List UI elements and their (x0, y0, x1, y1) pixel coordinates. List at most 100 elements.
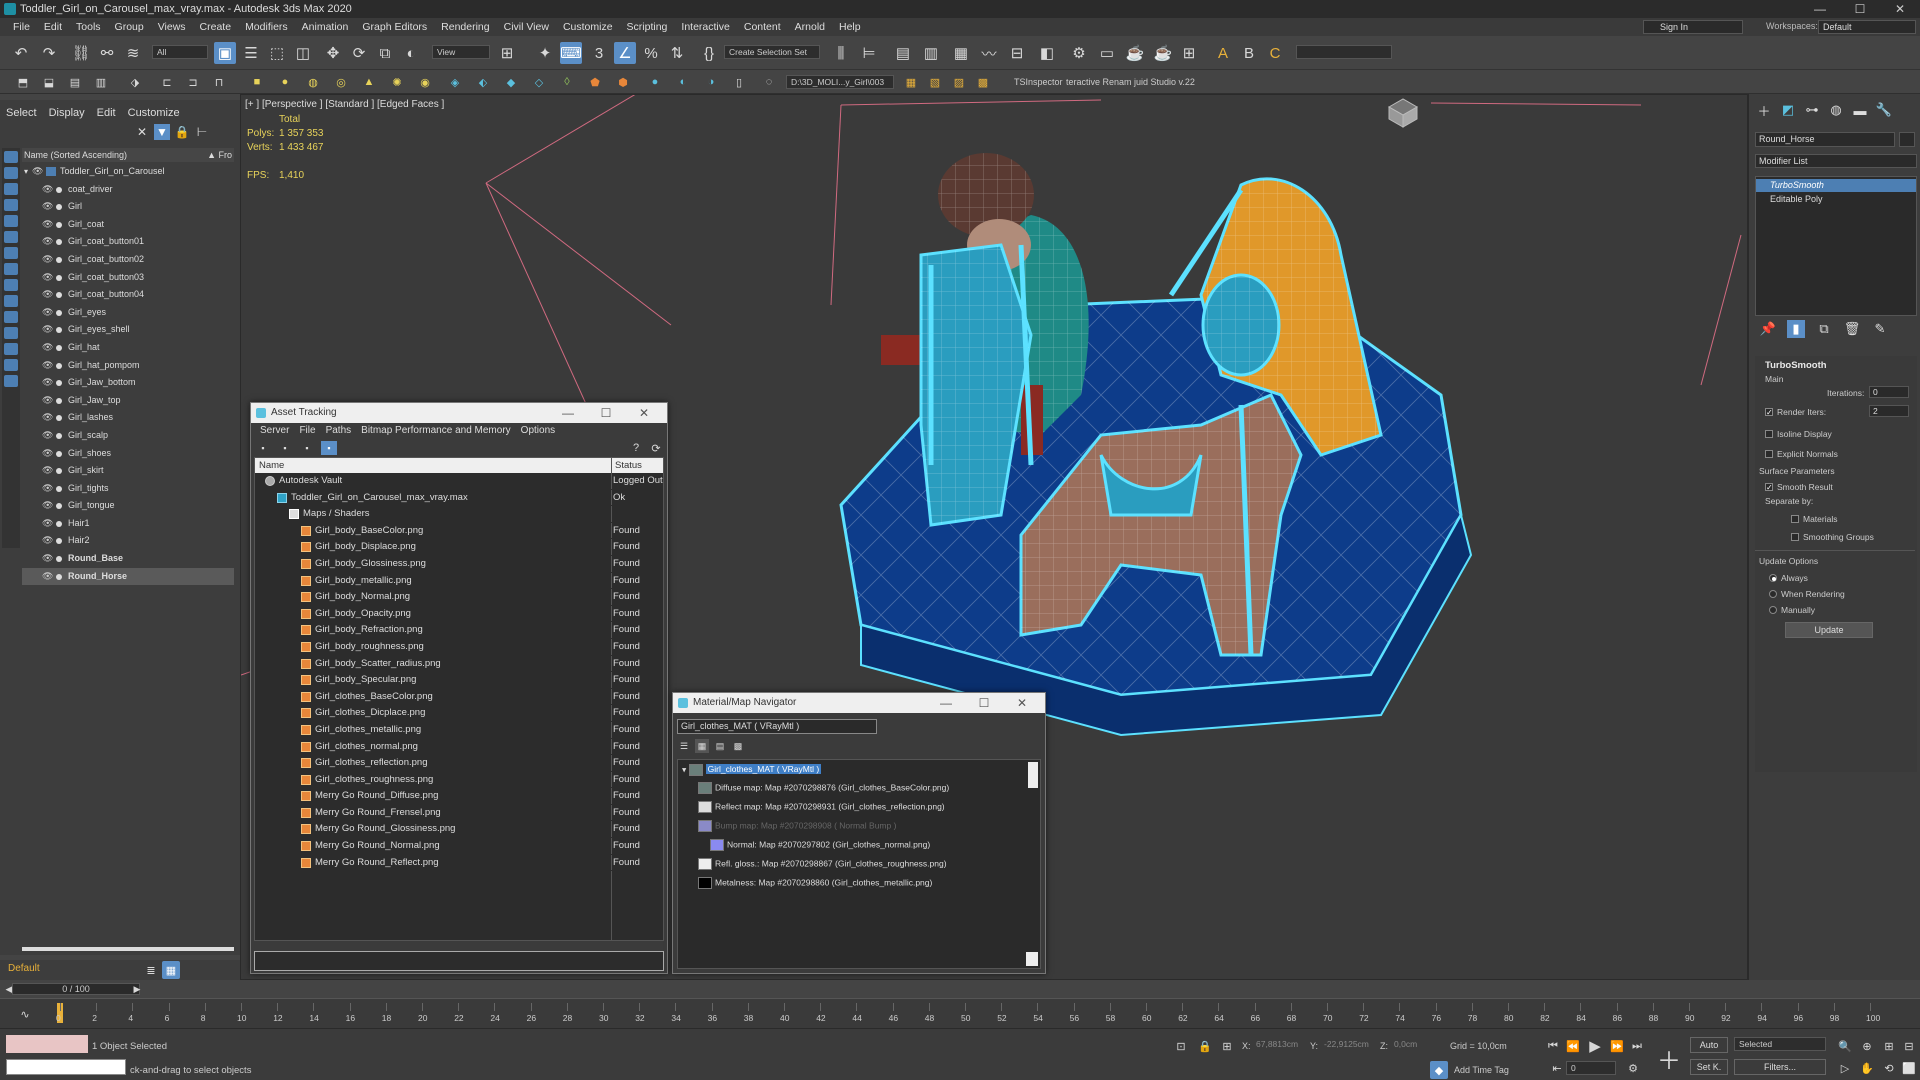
render-iterative-icon[interactable]: ☕ (1152, 42, 1174, 64)
asset-row[interactable]: Girl_clothes_Dicplace.png Found (255, 705, 663, 722)
undo-icon[interactable]: ↶ (10, 42, 32, 64)
render-iters-spinner[interactable]: 2 (1869, 405, 1909, 417)
asset-row[interactable]: Girl_body_Refraction.png Found (255, 622, 663, 639)
minimize-button[interactable]: — (549, 403, 587, 423)
rectangle-selection-icon[interactable]: ⬚ (266, 42, 288, 64)
asset-row[interactable]: Merry Go Round_Reflect.png Found (255, 855, 663, 872)
edit-named-selection-icon[interactable]: {} (698, 42, 720, 64)
helper-icon[interactable]: ◈ (446, 73, 464, 91)
isolate-selection-icon[interactable]: ⊡ (1172, 1037, 1190, 1055)
smooth-result-checkbox[interactable]: ✓ (1765, 483, 1773, 492)
track-bar[interactable]: ∿ 0 2 4 6 8 10 12 14 16 18 20 22 24 26 28 30 32 34 36 38 40 4… (0, 998, 1920, 1028)
map-row[interactable]: Normal: Map #2070297802 (Girl_clothes_no… (710, 839, 930, 851)
geosphere-icon[interactable]: ◉ (416, 73, 434, 91)
project-folder-icon[interactable]: ▨ (950, 73, 968, 91)
tab-edit[interactable]: Edit (91, 104, 122, 122)
selection-lock-icon[interactable]: 🔒 (1196, 1037, 1214, 1055)
key-mode-icon[interactable]: ⇤ (1548, 1059, 1566, 1077)
helper-icon[interactable]: ⬖ (474, 73, 492, 91)
menu-scripting[interactable]: Scripting (620, 21, 675, 33)
sphere-icon[interactable]: ● (276, 73, 294, 91)
asset-row[interactable]: Toddler_Girl_on_Carousel_max_vray.max Ok (255, 490, 663, 507)
filter-none-icon[interactable] (4, 359, 18, 371)
torus-icon[interactable]: ◎ (332, 73, 350, 91)
hierarchy-icon[interactable]: ⊢ (194, 124, 210, 140)
menu-server[interactable]: Server (255, 423, 294, 439)
rollout-title[interactable]: TurboSmooth (1765, 360, 1827, 371)
visibility-icon[interactable]: 👁 (42, 254, 53, 264)
stack-item-editable-poly[interactable]: Editable Poly (1756, 193, 1916, 206)
visibility-icon[interactable]: 👁 (42, 307, 53, 317)
remove-modifier-icon[interactable]: 🗑 (1843, 320, 1861, 338)
project-folder-icon[interactable]: ▦ (902, 73, 920, 91)
menu-create[interactable]: Create (193, 21, 239, 33)
scene-item[interactable]: 👁 Girl_coat_button01 (22, 233, 234, 251)
move-icon[interactable]: ✥ (322, 42, 344, 64)
previous-key-icon[interactable]: ⏪ (1564, 1037, 1582, 1055)
visibility-icon[interactable]: 👁 (42, 360, 53, 370)
menu-interactive[interactable]: Interactive (674, 21, 736, 33)
orbit-icon[interactable]: ⟲ (1880, 1059, 1898, 1077)
asset-row[interactable]: Girl_body_metallic.png Found (255, 573, 663, 590)
scene-item[interactable]: 👁 Girl_coat (22, 216, 234, 234)
place-icon[interactable]: ◐ (400, 42, 422, 64)
smoothing-groups-checkbox[interactable] (1791, 533, 1799, 541)
filter-helpers-icon[interactable] (4, 215, 18, 227)
material-root[interactable]: ▾ Girl_clothes_MAT ( VRayMtl ) (682, 764, 822, 776)
curve-editor-mini-icon[interactable]: ∿ (16, 1005, 34, 1023)
select-manipulate-icon[interactable]: ✦ (534, 42, 556, 64)
light-icon[interactable]: ✺ (388, 73, 406, 91)
scene-item[interactable]: 👁 Girl_hat_pompom (22, 357, 234, 375)
visibility-icon[interactable]: 👁 (42, 184, 53, 194)
filter-bones-icon[interactable] (4, 279, 18, 291)
update-button[interactable]: Update (1785, 622, 1873, 638)
absolute-mode-icon[interactable]: ⊞ (1218, 1037, 1236, 1055)
map-row[interactable]: Diffuse map: Map #2070298876 (Girl_cloth… (698, 782, 949, 794)
show-end-result-icon[interactable]: ▮ (1787, 320, 1805, 338)
add-time-tag[interactable]: Add Time Tag (1454, 1065, 1509, 1075)
visibility-icon[interactable]: 👁 (42, 395, 53, 405)
project-folder-icon[interactable]: ▩ (974, 73, 992, 91)
when-rendering-radio[interactable] (1769, 590, 1777, 598)
tool-icon[interactable]: ⊓ (210, 73, 228, 91)
helper-icon[interactable]: ⬟ (586, 73, 604, 91)
go-to-end-icon[interactable]: ⏭ (1628, 1037, 1646, 1055)
close-button[interactable]: ✕ (625, 403, 663, 423)
scene-item[interactable]: 👁 Girl_hat (22, 339, 234, 357)
scene-item[interactable]: 👁 Girl_coat_button03 (22, 269, 234, 287)
view-icon[interactable]: ▪ (321, 441, 337, 455)
render-grid-icon[interactable]: ⊞ (1178, 42, 1200, 64)
pin-stack-icon[interactable]: 📌 (1759, 320, 1777, 338)
pan-icon[interactable]: ✋ (1858, 1059, 1876, 1077)
scene-item[interactable]: 👁 Girl_tights (22, 480, 234, 498)
scene-item[interactable]: 👁 Girl_Jaw_top (22, 392, 234, 410)
map-row[interactable]: Refl. gloss.: Map #2070298867 (Girl_clot… (698, 858, 947, 870)
filter-warps-icon[interactable] (4, 231, 18, 243)
y-coordinate-field[interactable]: -22,9125cm (1320, 1038, 1376, 1052)
unlink-icon[interactable]: ⚯ (96, 42, 118, 64)
viewport-label[interactable]: [+ ] [Perspective ] [Standard ] [Edged F… (245, 99, 444, 110)
view-list-icon[interactable]: ☰ (677, 739, 691, 753)
scene-item[interactable]: 👁 Girl_shoes (22, 445, 234, 463)
menu-file[interactable]: File (6, 21, 37, 33)
toggle-scene-explorer-icon[interactable]: ▤ (892, 42, 914, 64)
bind-space-warp-icon[interactable]: ≋ (122, 42, 144, 64)
sign-in-dropdown[interactable]: Sign In (1643, 20, 1743, 34)
render-production-icon[interactable]: ☕ (1124, 42, 1146, 64)
rendered-frame-window-icon[interactable]: ▭ (1096, 42, 1118, 64)
isoline-checkbox[interactable] (1765, 430, 1773, 438)
visibility-icon[interactable]: 👁 (42, 290, 53, 299)
rotate-icon[interactable]: ⟳ (348, 42, 370, 64)
asset-row[interactable]: Girl_body_Scatter_radius.png Found (255, 656, 663, 673)
asset-row[interactable]: Autodesk Vault Logged Out (255, 473, 663, 490)
render-iters-checkbox[interactable]: ✓ (1765, 408, 1773, 417)
time-slider[interactable]: 0 / 100 (12, 983, 140, 995)
helper-icon[interactable]: ◆ (502, 73, 520, 91)
menu-arnold[interactable]: Arnold (788, 21, 832, 33)
view-large-icons-icon[interactable]: ▩ (731, 739, 745, 753)
menu-modifiers[interactable]: Modifiers (238, 21, 295, 33)
scene-item[interactable]: 👁 Girl_scalp (22, 427, 234, 445)
column-status[interactable]: Status (615, 458, 642, 473)
scene-item[interactable]: 👁 Hair1 (22, 515, 234, 533)
filter-icon[interactable]: ▼ (154, 124, 170, 140)
